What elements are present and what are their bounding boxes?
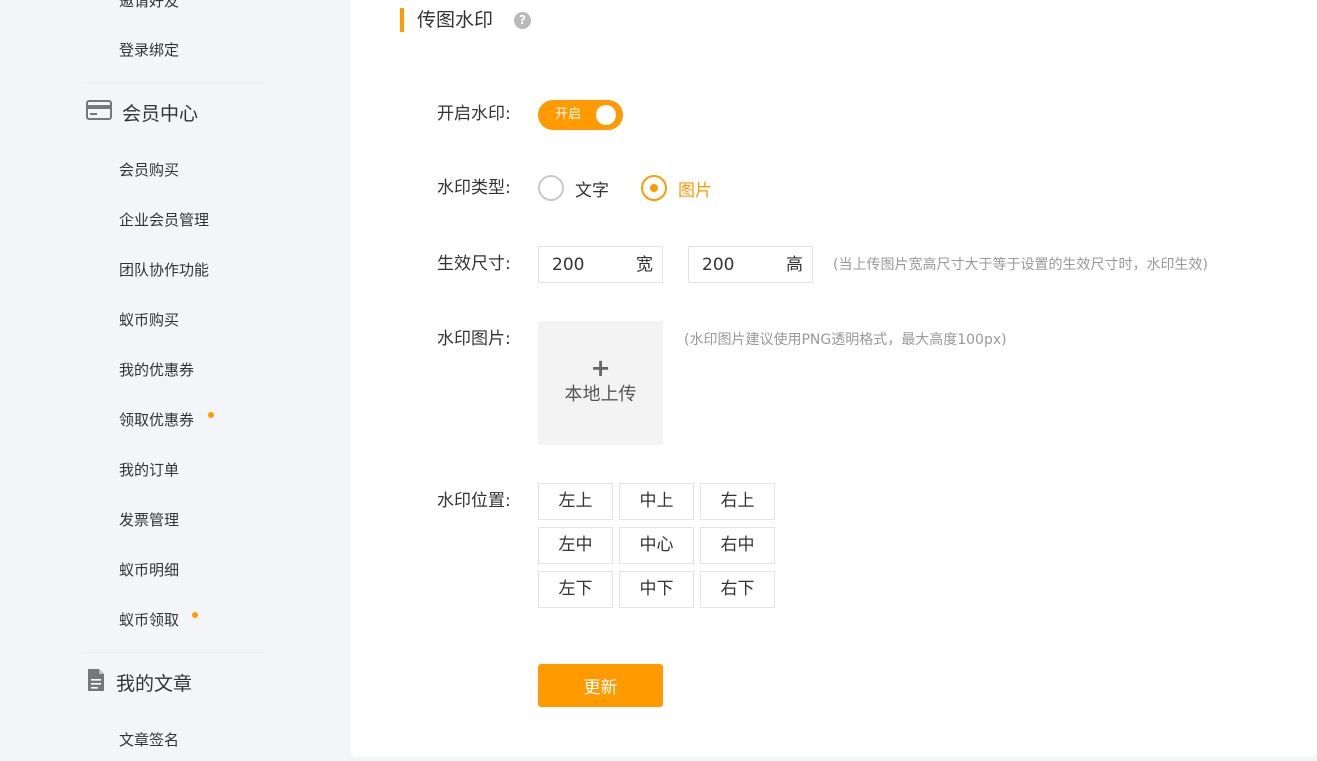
radio-label: 图片 (678, 180, 712, 201)
enable-watermark-toggle[interactable]: 开启 (538, 100, 623, 130)
position-top-right[interactable]: 右上 (700, 483, 775, 520)
toggle-text: 开启 (555, 107, 582, 122)
effective-size-label: 生效尺寸: (437, 254, 511, 274)
radio-circle-checked (641, 175, 667, 201)
enable-watermark-label: 开启水印: (437, 104, 511, 124)
sidebar-item-invoice-management[interactable]: 发票管理 (119, 510, 179, 530)
title-accent-bar (400, 8, 404, 32)
plus-icon: + (590, 354, 611, 382)
document-icon (86, 668, 106, 697)
sidebar-section-title: 会员中心 (122, 102, 199, 125)
sidebar-divider (85, 652, 265, 653)
image-hint: (水印图片建议使用PNG透明格式，最大高度100px) (684, 332, 1007, 348)
position-bottom-left[interactable]: 左下 (538, 571, 613, 608)
position-grid: 左上 中上 右上 左中 中心 右中 左下 中下 右下 (538, 483, 775, 608)
page-title: 传图水印 (417, 9, 494, 31)
watermark-settings-panel: 传图水印 ? 开启水印: 开启 水印类型: 文字 图片 生效尺寸: 宽 高 (当… (351, 0, 1317, 757)
position-middle-right[interactable]: 右中 (700, 527, 775, 564)
height-field: 高 (688, 246, 813, 283)
notification-dot (208, 412, 214, 418)
watermark-position-label: 水印位置: (437, 491, 511, 511)
sidebar-item-my-orders[interactable]: 我的订单 (119, 460, 179, 480)
width-unit: 宽 (636, 255, 653, 275)
position-top-center[interactable]: 中上 (619, 483, 694, 520)
position-top-left[interactable]: 左上 (538, 483, 613, 520)
position-center[interactable]: 中心 (619, 527, 694, 564)
sidebar-item-enterprise-member[interactable]: 企业会员管理 (119, 210, 209, 230)
sidebar-item-coin-purchase[interactable]: 蚁币购买 (119, 310, 179, 330)
height-unit: 高 (786, 255, 803, 275)
sidebar-item-coin-claim[interactable]: 蚁币领取 (119, 610, 179, 630)
width-input[interactable] (539, 247, 629, 282)
help-icon[interactable]: ? (514, 12, 531, 29)
notification-dot (192, 612, 198, 618)
upload-label: 本地上传 (564, 384, 637, 405)
sidebar-item-article-signature[interactable]: 文章签名 (119, 730, 179, 750)
sidebar-item-claim-coupons[interactable]: 领取优惠券 (119, 410, 194, 430)
type-radio-image[interactable]: 图片 (641, 175, 712, 201)
sidebar-section-title: 我的文章 (116, 672, 193, 695)
position-bottom-center[interactable]: 中下 (619, 571, 694, 608)
sidebar-item-team-collaboration[interactable]: 团队协作功能 (119, 260, 209, 280)
width-field: 宽 (538, 246, 663, 283)
type-radio-text[interactable]: 文字 (538, 175, 609, 201)
position-middle-left[interactable]: 左中 (538, 527, 613, 564)
radio-circle (538, 175, 564, 201)
sidebar-item-coin-details[interactable]: 蚁币明细 (119, 560, 179, 580)
card-icon (86, 99, 112, 125)
sidebar-item-my-coupons[interactable]: 我的优惠券 (119, 360, 194, 380)
radio-label: 文字 (575, 180, 609, 201)
update-button[interactable]: 更新 (538, 664, 663, 707)
size-hint: (当上传图片宽高尺寸大于等于设置的生效尺寸时，水印生效) (833, 257, 1208, 273)
sidebar-item-invite-friends[interactable]: 邀请好友 (119, 0, 179, 11)
sidebar-section-member-center[interactable]: 会员中心 (86, 97, 198, 127)
local-upload-button[interactable]: + 本地上传 (538, 321, 663, 445)
toggle-knob (596, 105, 616, 125)
height-input[interactable] (689, 247, 779, 282)
sidebar-item-login-binding[interactable]: 登录绑定 (119, 40, 179, 60)
sidebar-divider (85, 82, 265, 83)
sidebar-section-my-articles[interactable]: 我的文章 (86, 667, 192, 697)
watermark-type-label: 水印类型: (437, 178, 511, 198)
sidebar-item-member-purchase[interactable]: 会员购买 (119, 160, 179, 180)
position-bottom-right[interactable]: 右下 (700, 571, 775, 608)
watermark-image-label: 水印图片: (437, 329, 511, 349)
sidebar: 邀请好友 登录绑定 会员中心 会员购买 企业会员管理 团队协作功能 蚁币购买 我… (0, 0, 350, 761)
